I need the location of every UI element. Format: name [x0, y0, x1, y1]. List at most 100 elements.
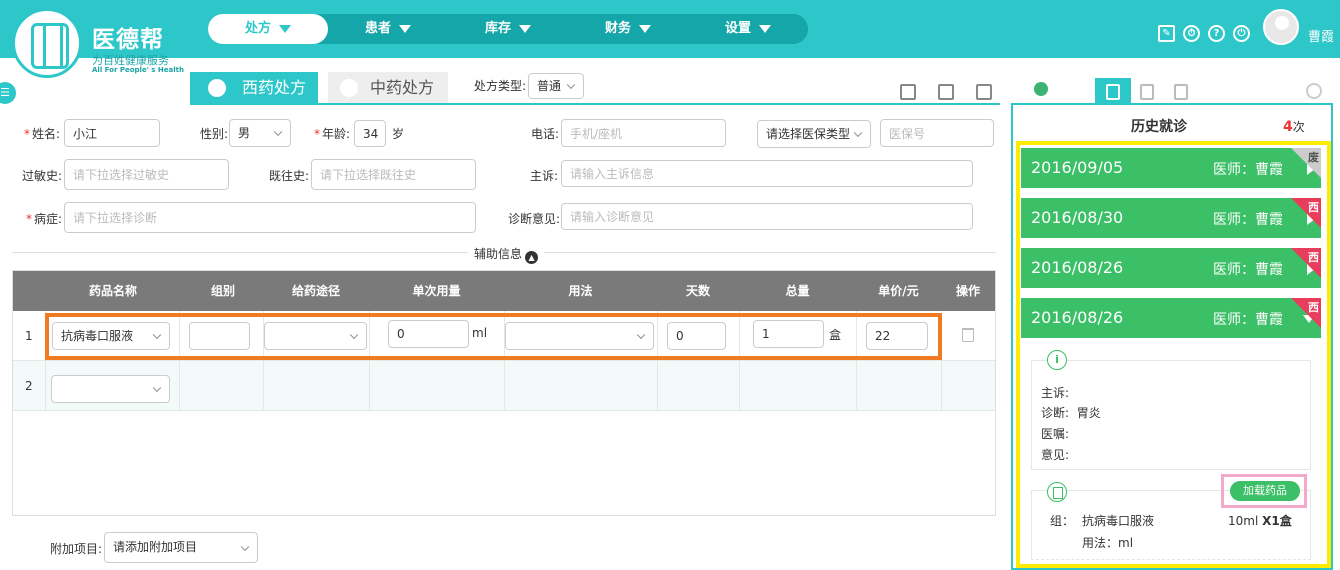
history-select[interactable]: 请下拉选择既往史 — [311, 159, 476, 190]
main-nav: 处方 患者 库存 财务 设置 — [208, 14, 808, 44]
save-icon[interactable] — [976, 84, 992, 100]
opinion-label: 诊断意见: — [508, 212, 561, 226]
chevron-down-icon — [759, 24, 771, 33]
template-icon[interactable] — [900, 84, 916, 100]
name-input[interactable]: 小江 — [64, 119, 160, 147]
col-divider — [657, 311, 658, 411]
usage-select[interactable] — [505, 322, 654, 350]
th-group: 组别 — [210, 284, 235, 298]
brand-name: 医德帮 — [92, 27, 164, 53]
gender-label: 性别: — [200, 127, 229, 141]
table-header: 药品名称 组别 给药途径 单次用量 用法 天数 总量 单价/元 操作 — [13, 271, 995, 311]
nav-item-finance[interactable]: 财务 — [568, 14, 688, 44]
tab-label: 中药处方 — [370, 78, 435, 97]
col-divider — [369, 311, 370, 411]
insurance-type-select[interactable]: 请选择医保类型 — [757, 120, 871, 148]
col-divider — [941, 311, 942, 411]
addon-label: 附加项目: — [50, 542, 103, 556]
aux-info-toggle[interactable]: 辅助信息 ▲ — [468, 245, 545, 264]
chevron-down-icon — [349, 330, 359, 340]
tab-western-prescription[interactable]: 西药处方 — [190, 72, 318, 104]
allergy-select[interactable]: 请下拉选择过敏史 — [64, 159, 229, 190]
chevron-down-icon — [273, 127, 283, 137]
tab-label: 西药处方 — [242, 78, 307, 97]
avatar[interactable] — [1263, 9, 1299, 45]
nav-item-patient[interactable]: 患者 — [328, 14, 448, 44]
clipboard-icon[interactable] — [1140, 84, 1154, 100]
radio-icon — [208, 79, 226, 97]
tab-chinese-prescription[interactable]: 中药处方 — [328, 72, 448, 104]
row-number: 2 — [25, 379, 33, 393]
addon-select[interactable]: 请添加附加项目 — [104, 532, 258, 563]
print-icon[interactable] — [938, 84, 954, 100]
opinion-input[interactable]: 请输入诊断意见 — [561, 203, 973, 230]
clock-icon[interactable]: ⏱ — [1183, 25, 1200, 42]
chevron-down-icon — [152, 383, 162, 393]
select-value: 请选择医保类型 — [766, 127, 851, 141]
chevron-down-icon — [636, 330, 646, 340]
th-route: 给药途径 — [291, 284, 340, 298]
chevron-down-icon — [566, 80, 576, 90]
disease-select[interactable]: 请下拉选择诊断 — [64, 202, 476, 233]
help-icon[interactable]: ? — [1208, 25, 1225, 42]
group-input[interactable] — [189, 322, 250, 350]
disease-label: * 病症: — [26, 212, 63, 226]
drug-select[interactable] — [51, 375, 170, 403]
menu-toggle-icon[interactable]: ☰ — [0, 82, 16, 104]
gender-select[interactable]: 男 — [229, 119, 291, 147]
th-days: 天数 — [685, 284, 710, 298]
nav-label: 设置 — [724, 21, 751, 36]
insurance-number-input[interactable]: 医保号 — [880, 119, 994, 147]
name-label: * 姓名: — [24, 127, 61, 141]
username[interactable]: 曹霞 — [1308, 26, 1334, 45]
route-select[interactable] — [264, 322, 367, 350]
total-input[interactable]: 1 — [753, 320, 824, 348]
play-icon[interactable] — [1306, 83, 1322, 99]
brand-slogan-en: All For People' s Health — [92, 66, 184, 74]
history-highlight — [1016, 141, 1331, 568]
chevron-down-icon — [639, 24, 651, 33]
history-icon — [1106, 84, 1120, 100]
row-number: 1 — [25, 329, 33, 343]
toolbar — [900, 84, 992, 100]
edit-icon[interactable]: ✎ — [1158, 25, 1175, 42]
age-input[interactable]: 34 — [354, 120, 386, 147]
phone-input[interactable]: 手机/座机 — [561, 119, 726, 147]
complaint-label: 主诉: — [530, 169, 559, 183]
drug-select[interactable]: 抗病毒口服液 — [52, 322, 170, 350]
radio-icon — [340, 79, 358, 97]
age-unit: 岁 — [392, 127, 405, 141]
price-input[interactable]: 22 — [866, 322, 928, 350]
chevron-down-icon — [519, 24, 531, 33]
top-icons: ✎ ⏱ ? ⏻ — [1158, 25, 1250, 42]
chevron-down-icon — [152, 330, 162, 340]
nav-item-settings[interactable]: 设置 — [688, 14, 808, 44]
nav-label: 患者 — [364, 21, 391, 36]
th-usage: 用法 — [568, 284, 593, 298]
nav-item-prescription[interactable]: 处方 — [208, 14, 328, 44]
chevron-up-icon: ▲ — [525, 251, 539, 264]
chevron-down-icon — [279, 24, 291, 33]
power-icon[interactable]: ⏻ — [1233, 25, 1250, 42]
prescription-type-label: 处方类型: — [474, 79, 527, 93]
nav-label: 财务 — [604, 21, 631, 36]
select-value: 普通 — [537, 79, 562, 93]
allergy-label: 过敏史: — [22, 169, 63, 183]
col-divider — [739, 311, 740, 411]
nav-item-inventory[interactable]: 库存 — [448, 14, 568, 44]
aux-label-text: 辅助信息 — [474, 247, 523, 261]
col-divider — [179, 311, 180, 411]
days-input[interactable]: 0 — [667, 322, 726, 350]
dose-unit: ml — [472, 326, 488, 340]
dose-input[interactable]: 0 — [388, 320, 469, 348]
tab-underline — [190, 103, 1000, 105]
nav-label: 处方 — [244, 21, 271, 36]
export-icon[interactable] — [1174, 84, 1188, 100]
th-drug: 药品名称 — [88, 284, 137, 298]
trash-icon[interactable] — [962, 328, 974, 342]
select-value: 男 — [238, 126, 251, 140]
prescription-type-select[interactable]: 普通 — [528, 73, 584, 99]
complaint-input[interactable]: 请输入主诉信息 — [561, 160, 973, 187]
col-divider — [856, 311, 857, 411]
user-check-icon[interactable] — [1034, 82, 1048, 96]
